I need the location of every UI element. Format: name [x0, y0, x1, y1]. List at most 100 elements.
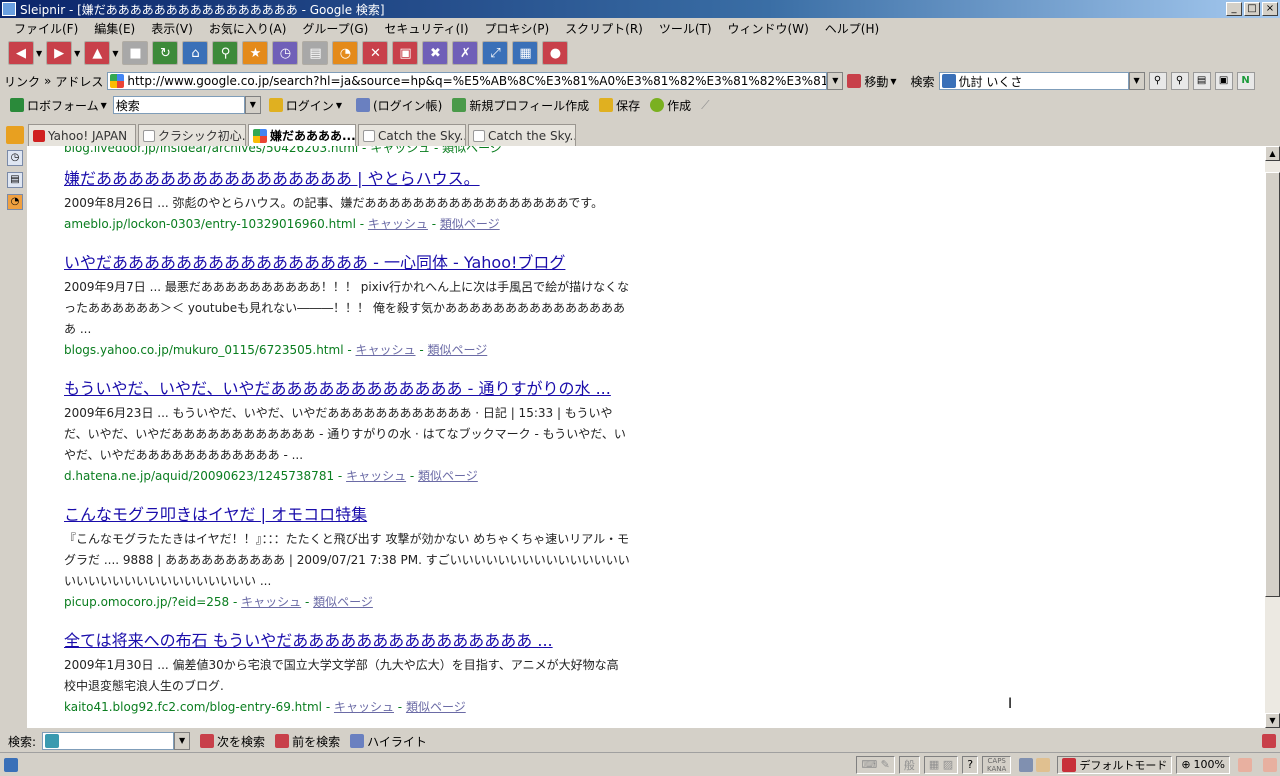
find-input[interactable]: [42, 732, 175, 750]
close-tab-icon[interactable]: ✕: [362, 41, 389, 65]
page-panel-icon[interactable]: ▤: [7, 172, 23, 188]
login-book-button[interactable]: (ログイン帳): [355, 97, 442, 114]
similar-pages-link[interactable]: 類似ページ: [406, 700, 466, 714]
help-icon[interactable]: ?: [962, 755, 979, 774]
back-dropdown-icon[interactable]: ▼: [36, 49, 42, 58]
create-button[interactable]: 作成: [650, 97, 691, 114]
menu-security[interactable]: セキュリティ(I): [376, 20, 476, 37]
cookie-icon[interactable]: [1036, 757, 1051, 772]
keyboard-icon[interactable]: ⌨ ✎: [856, 755, 895, 774]
find-dropdown-icon[interactable]: ▼: [174, 732, 191, 750]
forward-icon[interactable]: ▶: [46, 41, 73, 65]
scroll-up-icon[interactable]: ▲: [1265, 146, 1280, 161]
rss-icon[interactable]: ◔: [332, 41, 359, 65]
find-prev-button[interactable]: 前を検索: [275, 733, 340, 750]
address-input[interactable]: http://www.google.co.jp/search?hl=ja&sou…: [107, 72, 828, 90]
close-others-icon[interactable]: ✖: [422, 41, 449, 65]
favorites-tab-icon[interactable]: [6, 126, 24, 144]
scroll-thumb[interactable]: [1265, 172, 1280, 597]
tab-catch-the-sky-1[interactable]: Catch the Sky...: [358, 124, 466, 146]
favorites-star-icon[interactable]: ★: [242, 41, 269, 65]
roboform-search-input[interactable]: 検索: [112, 96, 245, 114]
go-dropdown-icon[interactable]: ▼: [890, 77, 896, 86]
go-icon[interactable]: [847, 74, 862, 88]
history-panel-icon[interactable]: ◷: [7, 150, 23, 166]
home-icon[interactable]: ⌂: [182, 41, 209, 65]
tab-catch-the-sky-2[interactable]: Catch the Sky...: [468, 124, 576, 146]
tab-classic[interactable]: クラシック初心...: [138, 124, 246, 146]
highlight-button[interactable]: ハイライト: [350, 733, 427, 750]
search-engine-icon[interactable]: [941, 74, 956, 88]
similar-pages-link[interactable]: 類似ページ: [418, 469, 478, 483]
sleipnir-app-icon[interactable]: [2, 2, 16, 16]
stop-icon[interactable]: ■: [122, 41, 149, 65]
cache-link[interactable]: キャッシュ: [356, 343, 416, 357]
login-dropdown-icon[interactable]: ▼: [336, 101, 342, 110]
address-dropdown-icon[interactable]: ▼: [827, 72, 844, 90]
menu-tools[interactable]: ツール(T): [651, 20, 720, 37]
menu-help[interactable]: ヘルプ(H): [817, 20, 887, 37]
ime-tools-icon[interactable]: ▦ ▨: [923, 755, 959, 774]
eraser-icon[interactable]: ⟋: [701, 98, 709, 113]
network-icon[interactable]: [1019, 757, 1034, 772]
find-next-button[interactable]: 次を検索: [200, 733, 265, 750]
close-left-icon[interactable]: ✗: [452, 41, 479, 65]
links-expand-icon[interactable]: »: [44, 74, 51, 88]
scroll-down-icon[interactable]: ▼: [1265, 713, 1280, 728]
cache-link[interactable]: キャッシュ: [368, 217, 428, 231]
us-flag-icon[interactable]: ▦: [512, 41, 539, 65]
ime-mode[interactable]: 般: [898, 755, 920, 774]
forward-dropdown-icon[interactable]: ▼: [74, 49, 80, 58]
tab-yahoo-japan[interactable]: Yahoo! JAPAN: [28, 124, 136, 146]
status-extra-icon[interactable]: [1238, 757, 1252, 772]
new-profile-button[interactable]: 新規プロフィール作成: [452, 97, 589, 114]
links-label[interactable]: リンク: [4, 73, 40, 90]
search-highlight-icon[interactable]: ⚲: [1170, 72, 1189, 90]
n-logo-icon[interactable]: N: [1236, 72, 1255, 90]
close-all-icon[interactable]: ▣: [392, 41, 419, 65]
rss-panel-icon[interactable]: ◔: [7, 194, 23, 210]
partial-result-url[interactable]: blog.livedoor.jp/insidear/archives/50426…: [64, 146, 630, 158]
menu-favorites[interactable]: お気に入り(A): [201, 20, 295, 37]
zoom-indicator[interactable]: ⊕ 100%: [1176, 755, 1230, 774]
mode-indicator[interactable]: デフォルトモード: [1057, 755, 1173, 774]
menu-window[interactable]: ウィンドウ(W): [720, 20, 817, 37]
result-title[interactable]: こんなモグラ叩きはイヤだ | オモコロ特集: [64, 504, 630, 526]
result-title[interactable]: いやだああああああああああああああああ - 一心同体 - Yahoo!ブログ: [64, 252, 630, 274]
vertical-scrollbar[interactable]: ▲ ▼: [1265, 146, 1280, 728]
history-icon[interactable]: ◷: [272, 41, 299, 65]
status-extra-icon-2[interactable]: [1263, 757, 1277, 772]
roboform-search-dropdown-icon[interactable]: ▼: [244, 96, 261, 114]
menu-edit[interactable]: 編集(E): [86, 20, 143, 37]
roboform-menu[interactable]: ロボフォーム ▼: [10, 97, 111, 114]
menu-view[interactable]: 表示(V): [143, 20, 201, 37]
up-dropdown-icon[interactable]: ▼: [112, 49, 118, 58]
tab-google-search[interactable]: 嫌だああああ...: [248, 124, 356, 146]
search-options-icon[interactable]: ▤: [1192, 72, 1211, 90]
similar-pages-link[interactable]: 類似ページ: [313, 595, 373, 609]
up-icon[interactable]: ▲: [84, 41, 111, 65]
search-icon[interactable]: ⚲: [212, 41, 239, 65]
window-restore-icon[interactable]: ⤢: [482, 41, 509, 65]
japan-flag-icon[interactable]: ●: [542, 41, 569, 65]
panel-icon[interactable]: ▤: [302, 41, 329, 65]
maximize-button[interactable]: □: [1244, 2, 1260, 16]
result-title[interactable]: 全ては将来への布石 もういやだあああああああああああああああ ...: [64, 630, 630, 652]
close-find-bar-icon[interactable]: [1262, 734, 1276, 748]
similar-pages-link[interactable]: 類似ページ: [440, 217, 500, 231]
minimize-button[interactable]: _: [1226, 2, 1242, 16]
menu-file[interactable]: ファイル(F): [6, 20, 86, 37]
search-engine-switch-icon[interactable]: ▣: [1214, 72, 1233, 90]
menu-script[interactable]: スクリプト(R): [557, 20, 651, 37]
close-window-button[interactable]: ×: [1262, 2, 1278, 16]
go-button[interactable]: 移動: [864, 73, 888, 90]
cache-link[interactable]: キャッシュ: [241, 595, 301, 609]
save-button[interactable]: 保存: [599, 97, 640, 114]
roboform-dropdown-icon[interactable]: ▼: [101, 101, 107, 110]
similar-pages-link[interactable]: 類似ページ: [427, 343, 487, 357]
menu-group[interactable]: グループ(G): [294, 20, 376, 37]
cache-link[interactable]: キャッシュ: [346, 469, 406, 483]
result-title[interactable]: もういやだ、いやだ、いやだああああああああああああ - 通りすがりの水 ...: [64, 378, 630, 400]
search-dropdown-icon[interactable]: ▼: [1128, 72, 1145, 90]
menu-proxy[interactable]: プロキシ(P): [477, 20, 558, 37]
